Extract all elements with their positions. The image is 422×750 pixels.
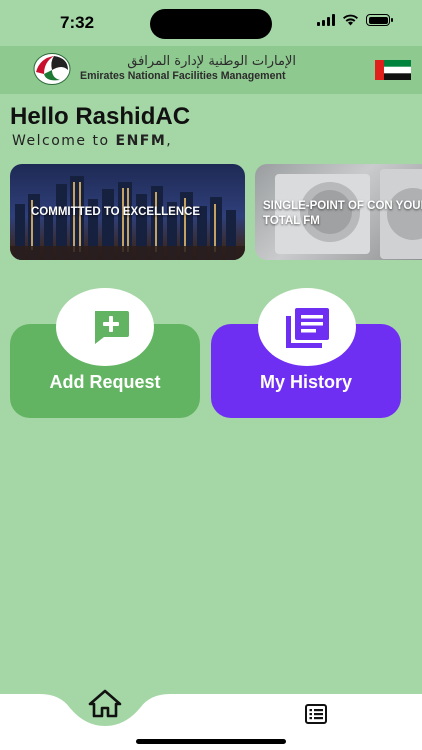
greeting-title: Hello RashidAC [10, 103, 191, 130]
dynamic-island [150, 9, 272, 39]
status-icons [317, 14, 393, 26]
add-request-label: Add Request [49, 372, 161, 392]
wifi-icon [343, 14, 358, 26]
enfm-logo-icon [33, 53, 71, 85]
uae-flag-icon [375, 60, 411, 80]
library-books-icon [286, 308, 329, 348]
add-request-icon-badge[interactable] [56, 288, 154, 366]
app-header: الإمارات الوطنية لإدارة المرافق Emirates… [0, 46, 422, 94]
battery-icon [366, 14, 393, 26]
status-bar: 7:32 [0, 0, 422, 46]
my-history-icon-badge[interactable] [258, 288, 356, 366]
banner-slide-single-point[interactable]: SINGLE-POINT OF CON YOUR TOTAL FM [255, 164, 422, 260]
welcome-prefix: Welcome to [12, 133, 116, 149]
home-indicator [136, 739, 286, 744]
welcome-text: Welcome to ENFM, [12, 133, 172, 149]
list-icon[interactable] [305, 704, 327, 724]
banner-caption: COMMITTED TO EXCELLENCE [31, 206, 201, 218]
my-history-label: My History [259, 372, 353, 392]
add-comment-icon [95, 311, 129, 344]
status-time: 7:32 [60, 13, 95, 32]
welcome-brand: ENFM [115, 133, 167, 149]
org-name-arabic: الإمارات الوطنية لإدارة المرافق [127, 54, 296, 69]
cellular-signal-icon [317, 14, 335, 26]
org-name-english: Emirates National Facilities Management [80, 70, 286, 82]
banner-slide-excellence[interactable]: COMMITTED TO EXCELLENCE [10, 164, 245, 260]
home-icon[interactable] [85, 687, 125, 721]
banner-caption: SINGLE-POINT OF CON YOUR TOTAL FM [263, 200, 422, 227]
welcome-suffix: , [166, 133, 173, 149]
